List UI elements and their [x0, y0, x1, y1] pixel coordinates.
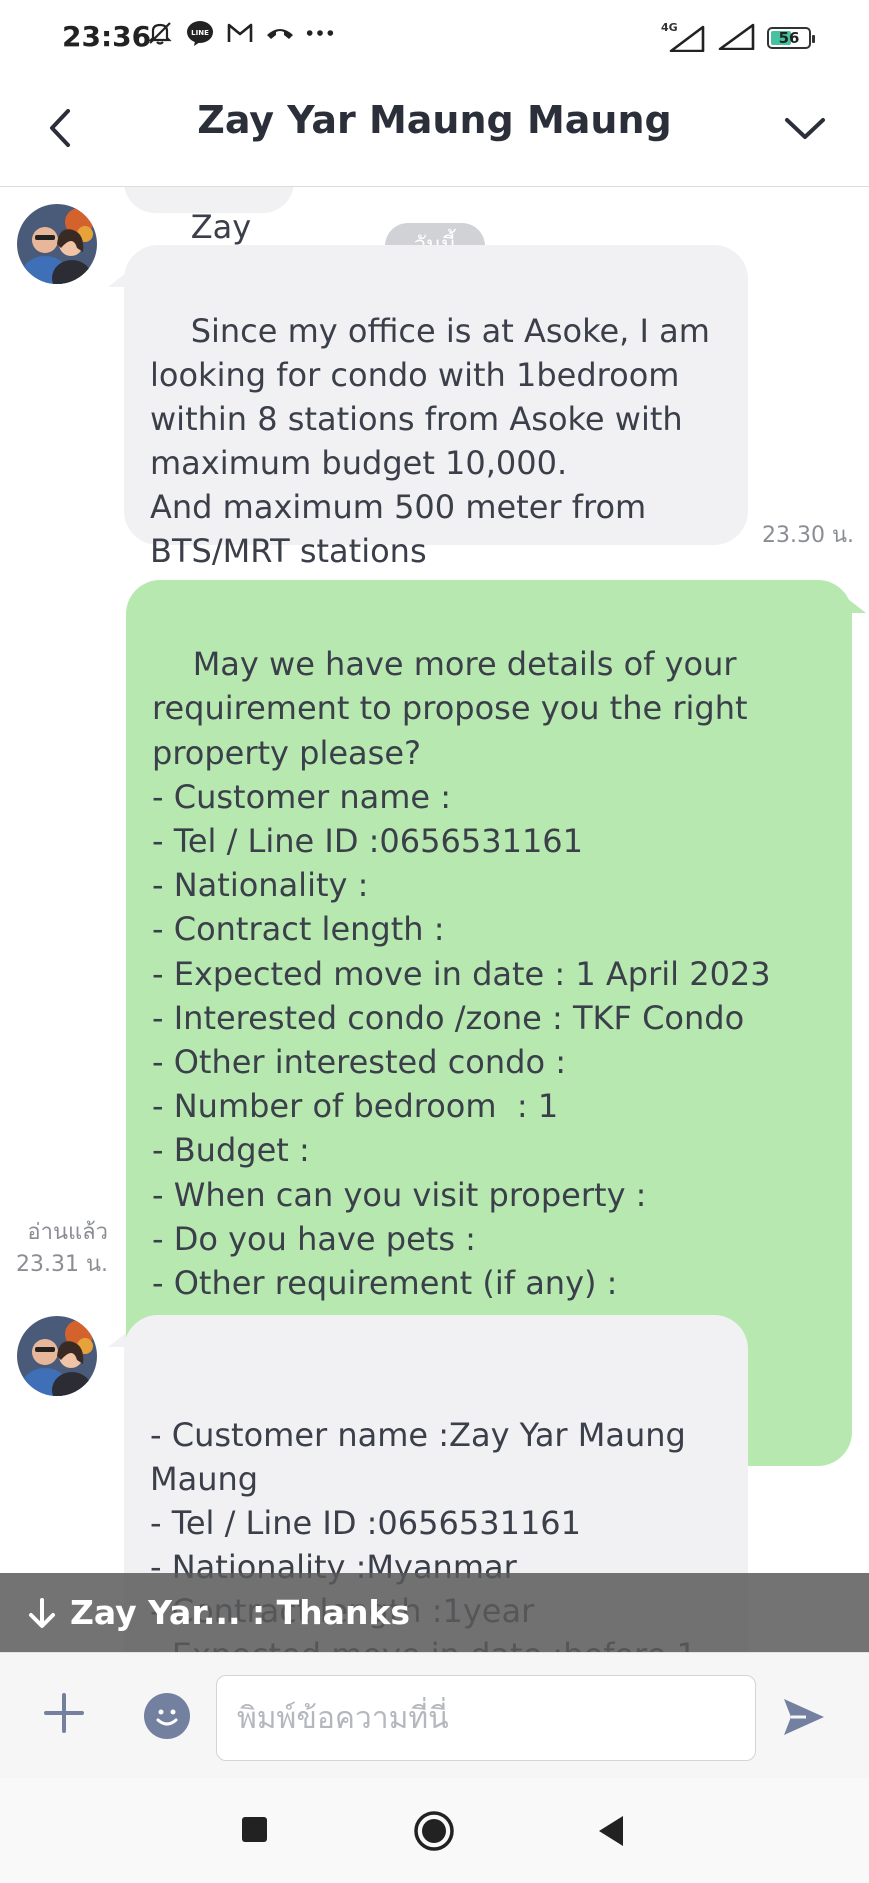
message-bubble-previous[interactable]: Zay Yar [124, 187, 294, 286]
message-bubble-incoming[interactable]: Since my office is at Asoke, I am lookin… [124, 245, 748, 570]
missed-call-icon [265, 18, 295, 48]
contact-avatar[interactable] [17, 204, 97, 284]
attach-button[interactable] [38, 1687, 90, 1739]
system-back-button[interactable] [596, 1814, 626, 1848]
new-message-preview: Zay Yar... : Thanks [70, 1593, 411, 1632]
triangle-back-icon [599, 1816, 623, 1846]
more-notifications-icon [305, 18, 335, 48]
message-text: Since my office is at Asoke, I am lookin… [150, 312, 710, 570]
chat-title: Zay Yar Maung Maung [197, 98, 672, 142]
line-app-icon: LINE [185, 18, 215, 48]
contact-avatar[interactable] [17, 1316, 97, 1396]
home-circle-icon [414, 1811, 454, 1851]
avatar-photo-icon [17, 204, 97, 284]
read-label: อ่านแล้ว [27, 1220, 108, 1245]
header-menu-button[interactable] [777, 104, 833, 154]
chevron-down-icon [785, 118, 825, 139]
system-status-icons: 4G 56 [661, 22, 815, 54]
send-icon [784, 1699, 824, 1735]
avatar-photo-icon [17, 1316, 97, 1396]
status-bar: 23:36 LINE 4G 56 [0, 0, 869, 76]
notification-icons: LINE [145, 18, 335, 48]
battery-percent: 56 [778, 29, 800, 47]
signal-4g-icon: 4G [661, 22, 705, 52]
new-message-banner[interactable]: Zay Yar... : Thanks [0, 1573, 869, 1652]
signal-icon [717, 22, 755, 54]
message-timestamp: 23.31 น. [15, 1252, 108, 1277]
arrow-down-icon [29, 1597, 55, 1628]
mute-bell-icon [145, 18, 175, 48]
home-button[interactable] [413, 1810, 455, 1852]
read-receipt: อ่านแล้ว 23.31 น. [8, 1217, 108, 1281]
status-time: 23:36 [62, 20, 152, 53]
message-composer [0, 1652, 869, 1778]
battery-icon: 56 [767, 27, 815, 49]
send-button[interactable] [780, 1693, 828, 1741]
smiley-icon [156, 1709, 178, 1726]
message-list[interactable]: Zay Yar วันนี้ Since my office is at Aso… [0, 187, 869, 1652]
chat-header: Zay Yar Maung Maung [0, 76, 869, 187]
recent-apps-button[interactable] [242, 1817, 267, 1842]
plus-icon [44, 1693, 84, 1733]
message-input[interactable] [216, 1675, 756, 1761]
emoji-button[interactable] [144, 1693, 190, 1739]
system-navigation-bar [0, 1778, 869, 1883]
message-timestamp: 23.30 น. [762, 523, 855, 548]
svg-text:LINE: LINE [191, 29, 209, 37]
message-text: May we have more details of your require… [152, 645, 771, 1303]
gmail-icon [225, 18, 255, 48]
